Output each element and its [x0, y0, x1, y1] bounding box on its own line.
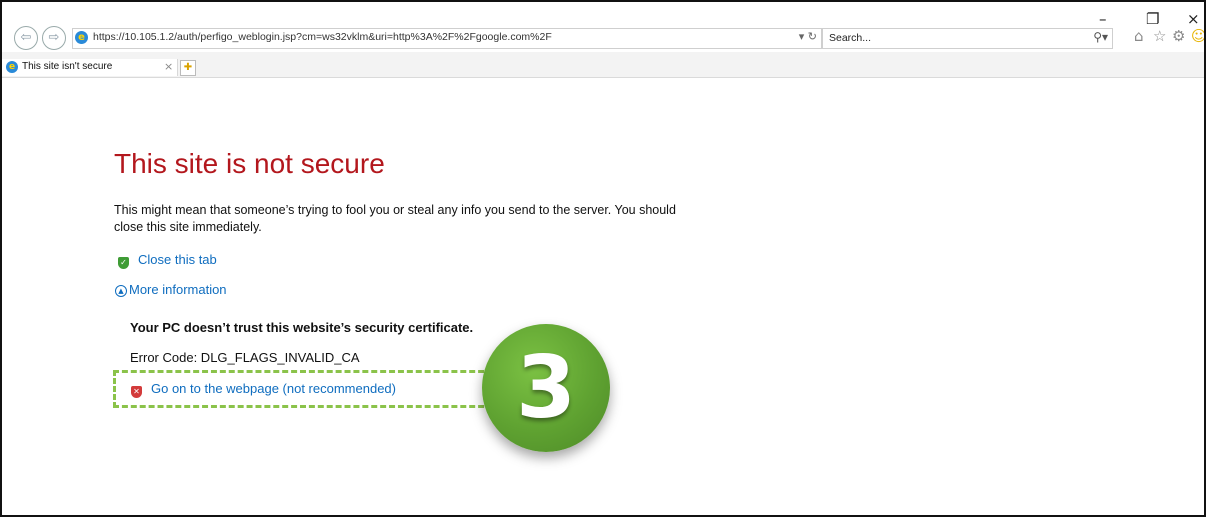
- more-information-label: More information: [129, 282, 227, 297]
- tab-close-icon[interactable]: ×: [164, 60, 173, 73]
- settings-gear-icon[interactable]: ⚙: [1172, 27, 1185, 45]
- forward-button[interactable]: ⇨: [42, 26, 66, 50]
- chevron-up-circle-icon: ▲: [115, 285, 127, 297]
- details-heading: Your PC doesn’t trust this website’s sec…: [130, 320, 474, 335]
- favorites-star-icon[interactable]: ☆: [1153, 27, 1166, 45]
- url-text[interactable]: https://10.105.1.2/auth/perfigo_weblogin…: [93, 31, 552, 43]
- step-number: 3: [516, 338, 576, 438]
- close-tab-label: Close this tab: [138, 252, 217, 267]
- more-information-toggle[interactable]: ▲ More information: [115, 282, 227, 297]
- address-bar[interactable]: e https://10.105.1.2/auth/perfigo_weblog…: [72, 28, 822, 49]
- step-badge: 3: [482, 324, 610, 452]
- restore-button[interactable]: ❐: [1146, 10, 1159, 28]
- page-description: This might mean that someone’s trying to…: [114, 203, 676, 234]
- go-on-label: Go on to the webpage (not recommended): [151, 381, 396, 396]
- back-arrow-icon: ⇦: [20, 30, 32, 45]
- new-tab-icon: ✚: [183, 62, 193, 73]
- tab-bar: e This site isn't secure × ✚: [2, 52, 1204, 78]
- red-shield-icon: ✕: [131, 386, 142, 398]
- green-shield-icon: ✓: [118, 257, 129, 269]
- back-button[interactable]: ⇦: [14, 26, 38, 50]
- close-tab-link[interactable]: ✓ Close this tab: [118, 252, 217, 269]
- home-icon[interactable]: ⌂: [1134, 27, 1144, 45]
- go-on-link[interactable]: ✕ Go on to the webpage (not recommended): [131, 381, 396, 398]
- search-icon[interactable]: ⚲▾: [1093, 30, 1108, 44]
- browser-window: – ❐ × ⇦ ⇨ e https://10.105.1.2/auth/perf…: [0, 0, 1206, 517]
- ie-tab-icon: e: [6, 61, 18, 73]
- tab-active[interactable]: e This site isn't secure ×: [2, 59, 178, 76]
- ie-logo-icon: e: [75, 31, 88, 44]
- search-placeholder: Search...: [829, 32, 872, 44]
- new-tab-button[interactable]: ✚: [180, 60, 196, 76]
- tab-title: This site isn't secure: [22, 61, 113, 72]
- search-input[interactable]: Search... ⚲▾: [822, 28, 1113, 49]
- error-code: Error Code: DLG_FLAGS_INVALID_CA: [130, 350, 360, 365]
- minimize-button[interactable]: –: [1099, 10, 1107, 28]
- refresh-dropdown-icon[interactable]: ▾ ↻: [799, 30, 817, 43]
- feedback-smiley-icon[interactable]: ☺: [1191, 27, 1204, 45]
- page-title: This site is not secure: [114, 148, 385, 179]
- close-window-button[interactable]: ×: [1187, 10, 1200, 28]
- forward-arrow-icon: ⇨: [48, 30, 60, 45]
